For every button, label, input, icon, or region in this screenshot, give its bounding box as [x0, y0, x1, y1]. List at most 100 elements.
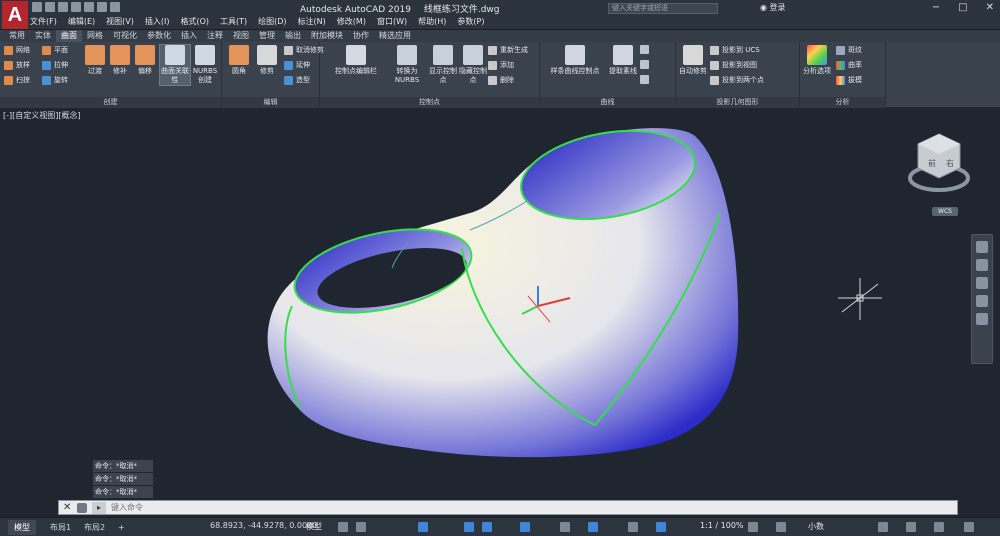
ortho-icon[interactable] [418, 522, 428, 532]
ribbon-tab[interactable]: 曲面 [56, 30, 82, 42]
ribbon-tab[interactable]: 实体 [30, 30, 56, 42]
menu-item[interactable]: 视图(V) [106, 16, 134, 28]
menu-item[interactable]: 文件(F) [30, 16, 57, 28]
surface-associativity-button[interactable]: 曲面关联性 [159, 44, 191, 86]
close-icon[interactable]: ✕ [63, 502, 73, 514]
maximize-icon[interactable]: □ [958, 2, 967, 13]
fillet-button[interactable]: 圆角 [224, 45, 254, 76]
save-icon[interactable] [58, 2, 68, 12]
minimize-icon[interactable]: − [932, 2, 940, 13]
save-as-icon[interactable] [71, 2, 81, 12]
wcs-menu[interactable]: WCS [932, 207, 958, 216]
zebra-button[interactable]: 斑纹 [836, 45, 862, 55]
otrack-icon[interactable] [520, 522, 530, 532]
ribbon-tab[interactable]: 协作 [348, 30, 374, 42]
application-menu-button[interactable]: A [2, 1, 28, 29]
selection-cycling-icon[interactable] [588, 522, 598, 532]
zoom-icon[interactable] [976, 277, 988, 289]
clean-screen-icon[interactable] [934, 522, 944, 532]
viewcube[interactable]: 前 右 [908, 128, 970, 200]
workspace-gear-icon[interactable] [748, 522, 758, 532]
menu-item[interactable]: 绘图(D) [258, 16, 286, 28]
ribbon-tab[interactable]: 输出 [280, 30, 306, 42]
menu-item[interactable]: 标注(N) [298, 16, 326, 28]
menu-item[interactable]: 修改(M) [337, 16, 366, 28]
planar-surface-button[interactable]: 平面 [42, 45, 68, 55]
annotation-monitor-icon[interactable] [776, 522, 786, 532]
analysis-options-button[interactable]: 分析选项 [802, 45, 832, 76]
new-file-icon[interactable] [32, 2, 42, 12]
project-ucs-button[interactable]: 投影到 UCS [710, 45, 760, 55]
ribbon-tab[interactable]: 精选应用 [374, 30, 416, 42]
lineweight-icon[interactable] [560, 522, 570, 532]
offset-button[interactable]: 偏移 [130, 45, 160, 76]
orbit-icon[interactable] [976, 295, 988, 307]
tab-layout1[interactable]: 布局1 [44, 520, 77, 535]
curve-tool-3[interactable] [640, 75, 649, 84]
ribbon-tab[interactable]: 常用 [4, 30, 30, 42]
undo-icon[interactable] [97, 2, 107, 12]
steering-wheel-icon[interactable] [976, 241, 988, 253]
showmotion-icon[interactable] [976, 313, 988, 325]
grid-icon[interactable] [338, 522, 348, 532]
sweep-surface-button[interactable]: 扫掠 [4, 75, 30, 85]
rebuild-button[interactable]: 重新生成 [488, 45, 528, 55]
tab-model[interactable]: 模型 [8, 520, 36, 535]
auto-trim-button[interactable]: 自动修剪 [678, 45, 708, 76]
menu-item[interactable]: 帮助(H) [418, 16, 446, 28]
ribbon-tab[interactable]: 附加模块 [306, 30, 348, 42]
search-input[interactable]: 键入关键字或短语 [608, 3, 718, 14]
surface-model[interactable] [267, 118, 739, 458]
customization-icon[interactable] [964, 522, 974, 532]
project-two-points-button[interactable]: 投影到两个点 [710, 75, 764, 85]
coordinates-readout[interactable]: 68.8923, -44.9278, 0.0000 [210, 521, 317, 530]
curvature-button[interactable]: 曲率 [836, 60, 862, 70]
units-selector[interactable]: 小数 [808, 521, 824, 532]
convert-to-nurbs-button[interactable]: 转换为NURBS [392, 45, 422, 85]
nurbs-creation-button[interactable]: NURBS创建 [190, 45, 220, 85]
command-input[interactable] [111, 501, 931, 514]
ribbon-tab[interactable]: 网格 [82, 30, 108, 42]
annotation-visibility-icon[interactable] [656, 522, 666, 532]
add-layout-button[interactable]: + [112, 520, 131, 535]
extract-isoline-button[interactable]: 提取素线 [608, 45, 638, 76]
plot-icon[interactable] [84, 2, 94, 12]
remove-cv-button[interactable]: 删除 [488, 75, 514, 85]
draft-button[interactable]: 拔模 [836, 75, 862, 85]
tab-layout2[interactable]: 布局2 [78, 520, 111, 535]
loft-surface-button[interactable]: 放样 [4, 60, 30, 70]
menu-item[interactable]: 编辑(E) [68, 16, 95, 28]
sign-in-button[interactable]: ◉ 登录 [760, 2, 786, 13]
snap-icon[interactable] [356, 522, 366, 532]
drawing-viewport[interactable]: [-][自定义视图][概念] 前 右 WCS 命令：*取消* 命令：*取消* 命… [0, 108, 1000, 498]
ribbon-tab[interactable]: 可视化 [108, 30, 142, 42]
add-cv-button[interactable]: 添加 [488, 60, 514, 70]
extend-button[interactable]: 延伸 [284, 60, 310, 70]
sculpt-button[interactable]: 造型 [284, 75, 310, 85]
menu-item[interactable]: 格式(O) [180, 16, 209, 28]
quick-properties-icon[interactable] [878, 522, 888, 532]
curve-tool-1[interactable] [640, 45, 649, 54]
ribbon-tab[interactable]: 参数化 [142, 30, 176, 42]
menu-item[interactable]: 工具(T) [220, 16, 247, 28]
model-canvas[interactable] [0, 108, 1000, 498]
ribbon-tab[interactable]: 视图 [228, 30, 254, 42]
viewport-controls-label[interactable]: [-][自定义视图][概念] [3, 110, 81, 121]
pan-icon[interactable] [976, 259, 988, 271]
untrim-button[interactable]: 取消修剪 [284, 45, 324, 55]
close-icon[interactable]: ✕ [986, 2, 994, 13]
extrude-surface-button[interactable]: 拉伸 [42, 60, 68, 70]
recent-commands-icon[interactable]: ▸ [92, 502, 106, 514]
cv-edit-bar-button[interactable]: 控制点编辑栏 [330, 45, 382, 76]
model-space-button[interactable]: 模型 [306, 521, 322, 532]
isolate-objects-icon[interactable] [906, 522, 916, 532]
menu-item[interactable]: 窗口(W) [377, 16, 407, 28]
project-view-button[interactable]: 投影到视图 [710, 60, 757, 70]
trim-button[interactable]: 修剪 [252, 45, 282, 76]
hide-cv-button[interactable]: 隐藏控制点 [458, 45, 488, 85]
menu-item[interactable]: 插入(I) [145, 16, 170, 28]
ribbon-tab[interactable]: 插入 [176, 30, 202, 42]
menu-item[interactable]: 参数(P) [457, 16, 484, 28]
spline-cv-button[interactable]: 样条曲线控制点 [544, 45, 606, 76]
revolve-surface-button[interactable]: 旋转 [42, 75, 68, 85]
